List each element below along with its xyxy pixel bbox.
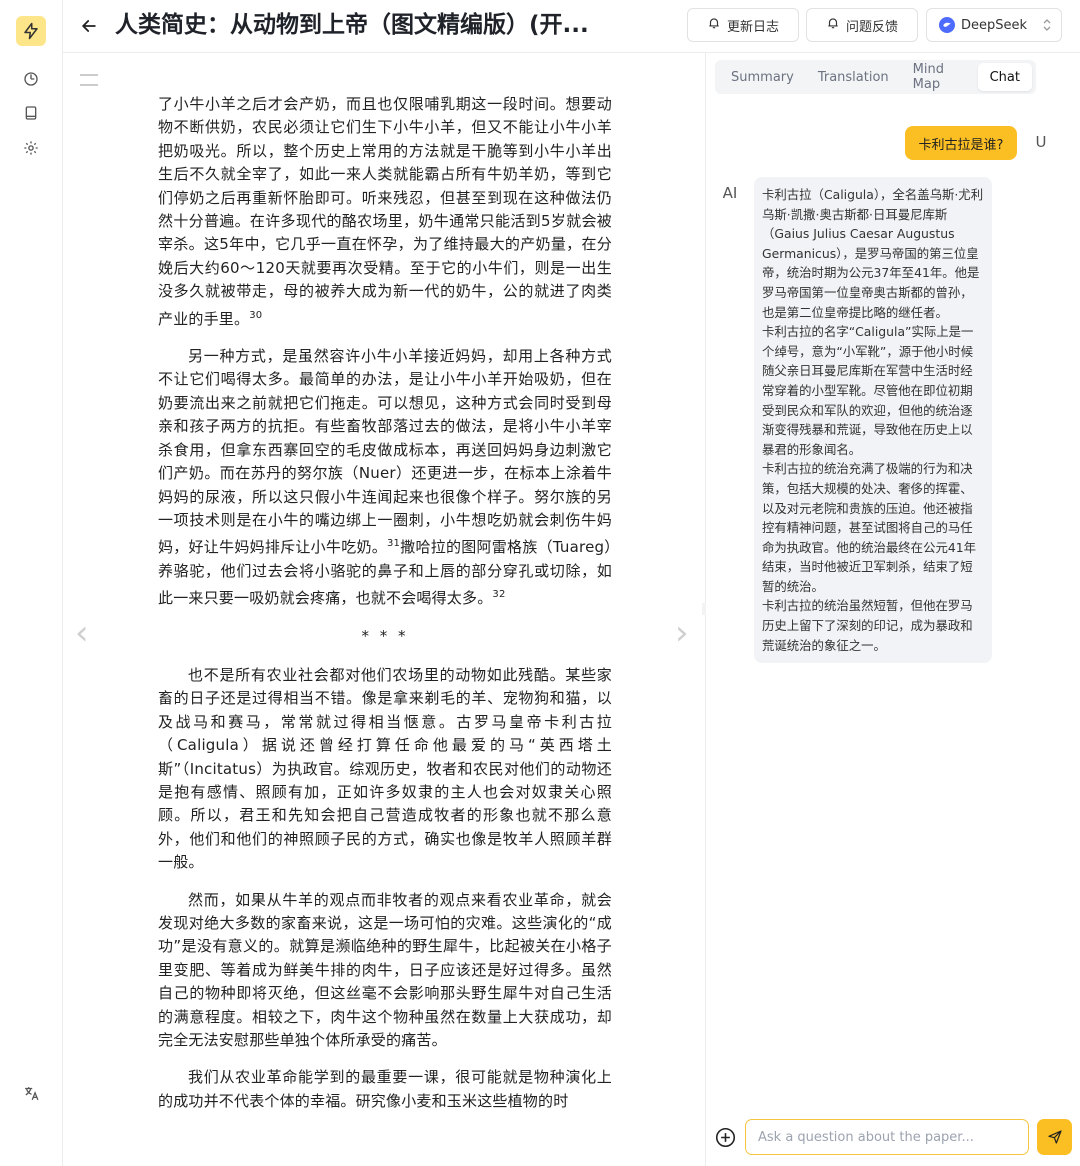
paragraph: 也不是所有农业社会都对他们农场里的动物如此残酷。某些家畜的日子还是过得相当不错。… [158,665,612,872]
menu-lines-icon[interactable] [80,71,98,86]
footnote-ref[interactable]: 31 [387,538,400,549]
deepseek-logo-icon [939,17,955,33]
chevron-updown-icon [1043,18,1051,36]
ai-avatar: AI [722,184,738,202]
left-rail [0,0,63,1166]
tab-translation[interactable]: Translation [806,63,901,91]
ai-message-paragraph: 卡利古拉的名字“Caligula”实际上是一个绰号，意为“小军靴”，源于他小时候… [762,324,974,457]
book-text: 了小牛小羊之后才会产奶，而且也仅限哺乳期这一段时间。想要动物不断供奶，农民必须让… [158,93,612,1127]
assistant-panel: Summary Translation Mind Map Chat 卡利古拉是谁… [706,53,1080,1166]
ai-message: 卡利古拉（Caligula），全名盖乌斯·尤利乌斯·凯撒·奥古斯都·日耳曼尼库斯… [754,177,992,664]
prev-page-button[interactable]: ‹ [75,613,89,653]
back-arrow-icon[interactable] [79,16,99,36]
paragraph: 然而，如果从牛羊的观点而非牧者的观点来看农业革命，就会发现对绝大多数的家畜来说，… [158,890,612,1050]
footnote-ref[interactable]: 30 [249,310,262,321]
tab-summary[interactable]: Summary [719,63,806,91]
ai-message-paragraph: 卡利古拉的统治虽然短暂，但他在罗马历史上留下了深刻的印记，成为暴政和荒诞统治的象… [762,598,973,653]
paragraph: 另一种方式，是虽然容许小牛小羊接近妈妈，却用上各种方式不让它们喝得太多。最简单的… [158,347,612,608]
model-select[interactable]: DeepSeek [926,8,1062,42]
feedback-button[interactable]: 问题反馈 [806,8,918,42]
history-clock-icon[interactable] [22,70,40,88]
top-header: 人类简史：从动物到上帝（图文精编版）(开... 更新日志 问题反馈 DeepSe… [63,0,1080,53]
bell-icon [826,16,840,34]
page-title: 人类简史：从动物到上帝（图文精编版）(开... [115,12,589,38]
send-icon [1047,1130,1062,1144]
user-avatar: U [1035,133,1047,151]
tab-chat[interactable]: Chat [977,63,1032,91]
tab-mind-map[interactable]: Mind Map [901,62,978,92]
panel-tabs: Summary Translation Mind Map Chat [715,60,1036,94]
translate-icon[interactable] [22,1084,40,1102]
send-button[interactable] [1037,1119,1072,1155]
changelog-button[interactable]: 更新日志 [687,8,799,42]
paragraph: 了小牛小羊之后才会产奶，而且也仅限哺乳期这一段时间。想要动物不断供奶，农民必须让… [158,95,612,328]
book-icon[interactable] [22,104,40,122]
bolt-icon[interactable] [16,16,46,46]
footnote-ref[interactable]: 32 [492,589,505,600]
section-separator: * * * [361,626,409,645]
question-input[interactable] [745,1119,1029,1155]
add-attachment-icon[interactable] [715,1127,736,1148]
ai-message-paragraph: 卡利古拉（Caligula），全名盖乌斯·尤利乌斯·凯撒·奥古斯都·日耳曼尼库斯… [762,187,984,320]
chat-input-bar [706,1117,1080,1157]
model-label: DeepSeek [961,17,1028,33]
settings-gear-icon[interactable] [22,139,40,157]
ai-message-paragraph: 卡利古拉的统治充满了极端的行为和决策，包括大规模的处决、奢侈的挥霍、以及对元老院… [762,461,977,594]
reader-pane: 了小牛小羊之后才会产奶，而且也仅限哺乳期这一段时间。想要动物不断供奶，农民必须让… [63,53,705,1166]
user-message: 卡利古拉是谁? [905,126,1017,160]
paragraph: 我们从农业革命能学到的最重要一课，很可能就是物种演化上的成功并不代表个体的幸福。… [158,1068,612,1110]
changelog-label: 更新日志 [726,19,779,35]
feedback-label: 问题反馈 [845,19,898,35]
bell-icon [707,16,721,34]
next-page-button[interactable]: › [675,613,689,653]
